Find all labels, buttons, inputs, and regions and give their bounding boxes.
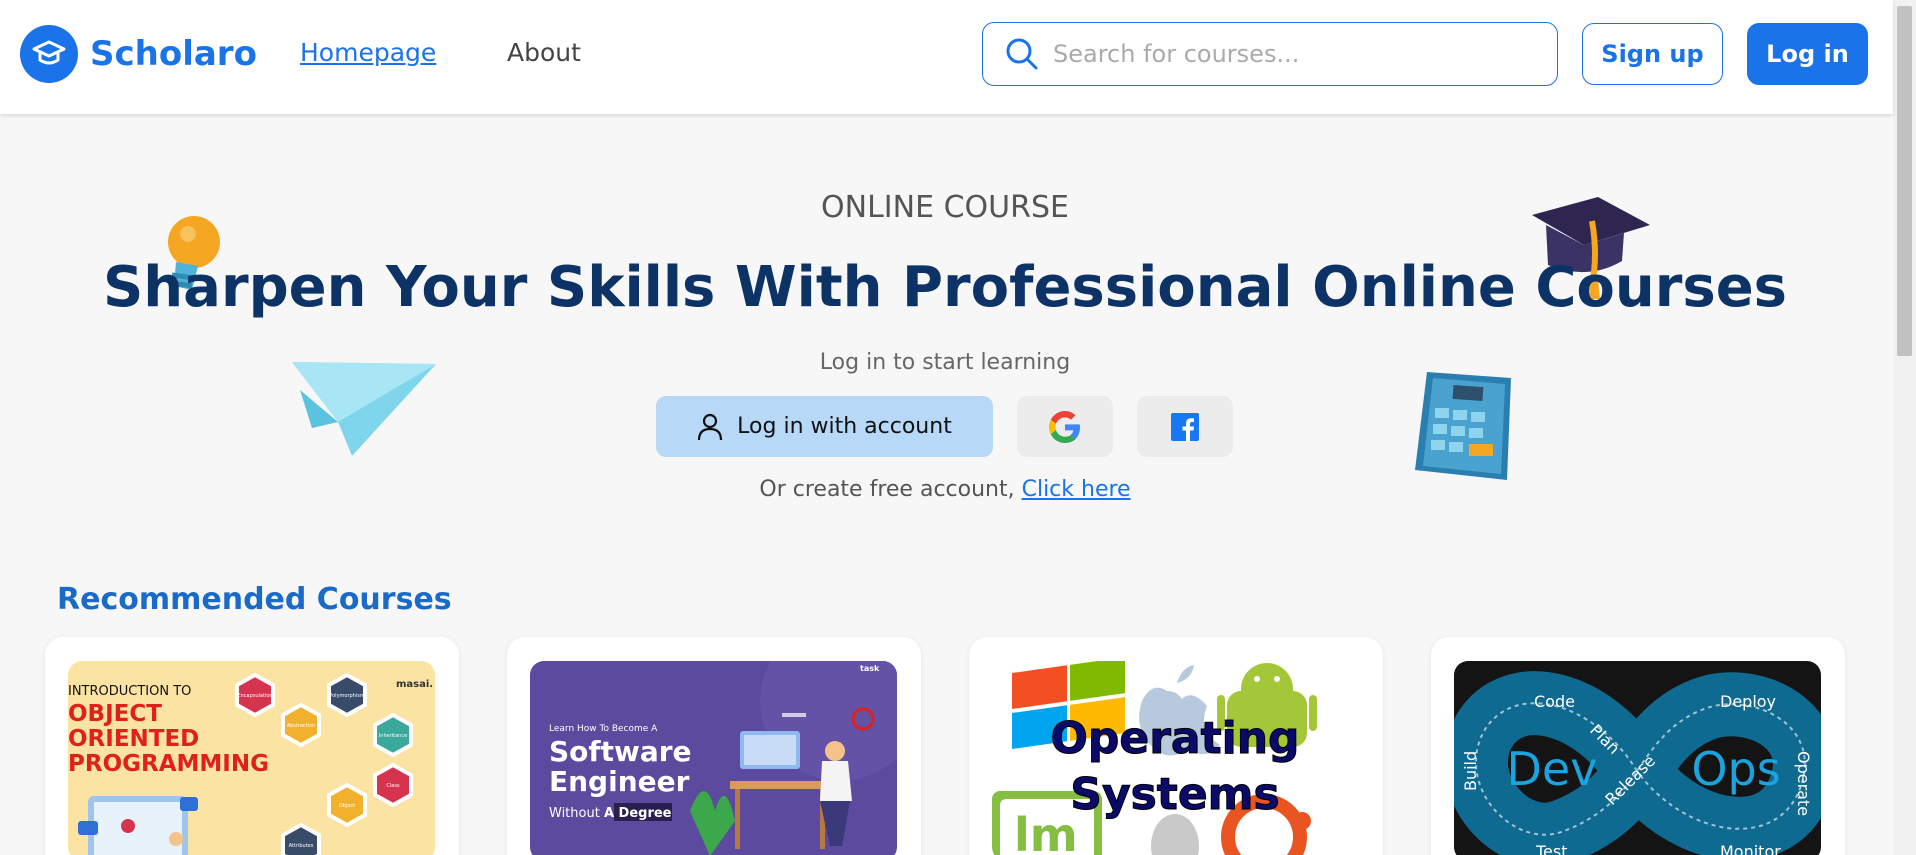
hero-subtitle: Log in to start learning: [819, 350, 1071, 375]
devops-label: Deploy: [1720, 692, 1776, 711]
devops-label: Test: [1535, 842, 1568, 855]
course-card[interactable]: masai. INTRODUCTION TO OBJECT ORIENTED P…: [45, 637, 459, 855]
course-card[interactable]: Dev Ops Code Plan Build Test Release Dep…: [1431, 637, 1845, 855]
hex-label: Class: [386, 783, 400, 789]
recommended-courses-heading: Recommended Courses: [57, 582, 452, 617]
log-in-button[interactable]: Log in: [1747, 23, 1868, 85]
hero-title: Sharpen Your Skills With Professional On…: [102, 255, 1788, 320]
brand-logo[interactable]: Scholaro: [20, 25, 257, 83]
google-login-button[interactable]: [1017, 396, 1113, 457]
course-title-line: PROGRAMMING: [68, 751, 269, 777]
devops-label: Operate: [1794, 751, 1813, 816]
nav-link-about[interactable]: About: [507, 38, 581, 67]
account-button-label: Log in with account: [737, 414, 952, 439]
create-account-line: Or create free account, Click here: [0, 477, 1890, 502]
nav-link-homepage[interactable]: Homepage: [300, 38, 436, 67]
graduation-cap-icon: [20, 25, 78, 83]
course-title-line: Operating: [1050, 713, 1299, 764]
course-kicker: Learn How To Become A: [549, 724, 658, 734]
search-input[interactable]: [1053, 40, 1533, 68]
search-icon: [1006, 38, 1038, 70]
devops-label: Build: [1461, 751, 1480, 791]
calculator-icon: [1415, 372, 1511, 480]
course-title-line: Software: [549, 735, 692, 768]
top-navbar: Scholaro Homepage About Sign up Log in: [0, 0, 1893, 114]
svg-text:Without A Degree: Without A Degree: [549, 806, 672, 821]
search-bar: [982, 22, 1558, 86]
brand-name: Scholaro: [90, 34, 257, 74]
facebook-icon: [1171, 412, 1199, 441]
hex-label: Encapsulation: [237, 693, 272, 699]
course-thumbnail[interactable]: masai. INTRODUCTION TO OBJECT ORIENTED P…: [68, 661, 435, 855]
hex-label: Object: [339, 803, 355, 809]
hex-label: Polymorphism: [329, 693, 365, 699]
course-tagline: Without: [549, 806, 604, 821]
course-brand: task: [860, 664, 880, 673]
course-title-line: Engineer: [549, 765, 690, 798]
devops-label: Code: [1534, 692, 1575, 711]
course-tagline-highlight: A Degree: [604, 806, 672, 821]
sign-up-button[interactable]: Sign up: [1582, 23, 1723, 85]
paper-plane-icon: [292, 362, 436, 456]
user-icon: [698, 413, 723, 440]
course-brand: masai.: [396, 679, 433, 690]
create-account-text: Or create free account,: [759, 477, 1022, 502]
course-kicker: INTRODUCTION TO: [68, 684, 191, 699]
course-title-line: ORIENTED: [68, 726, 199, 752]
devops-dev-text: Dev: [1507, 742, 1598, 796]
svg-text:lm: lm: [1014, 808, 1078, 855]
course-thumbnail[interactable]: Dev Ops Code Plan Build Test Release Dep…: [1454, 661, 1821, 855]
hex-label: Inheritance: [379, 733, 407, 739]
course-title-line: Systems: [1070, 769, 1279, 820]
hex-label: Attributes: [289, 843, 314, 849]
google-icon: [1049, 410, 1080, 443]
devops-ops-text: Ops: [1691, 742, 1780, 796]
course-card[interactable]: task Learn How To Become A Software Engi…: [507, 637, 921, 855]
scrollbar-thumb[interactable]: [1897, 6, 1912, 356]
facebook-login-button[interactable]: [1137, 396, 1233, 457]
hex-label: Abstraction: [287, 723, 316, 729]
devops-label: Monitor: [1720, 842, 1781, 855]
create-account-link[interactable]: Click here: [1022, 477, 1131, 502]
hero-eyebrow: ONLINE COURSE: [821, 190, 1069, 225]
log-in-with-account-button[interactable]: Log in with account: [656, 396, 993, 457]
course-card[interactable]: lm Operating Systems: [969, 637, 1383, 855]
course-thumbnail[interactable]: task Learn How To Become A Software Engi…: [530, 661, 897, 855]
course-title-line: OBJECT: [68, 701, 162, 727]
page-scrollbar[interactable]: [1893, 0, 1916, 855]
course-thumbnail[interactable]: lm Operating Systems: [992, 661, 1359, 855]
